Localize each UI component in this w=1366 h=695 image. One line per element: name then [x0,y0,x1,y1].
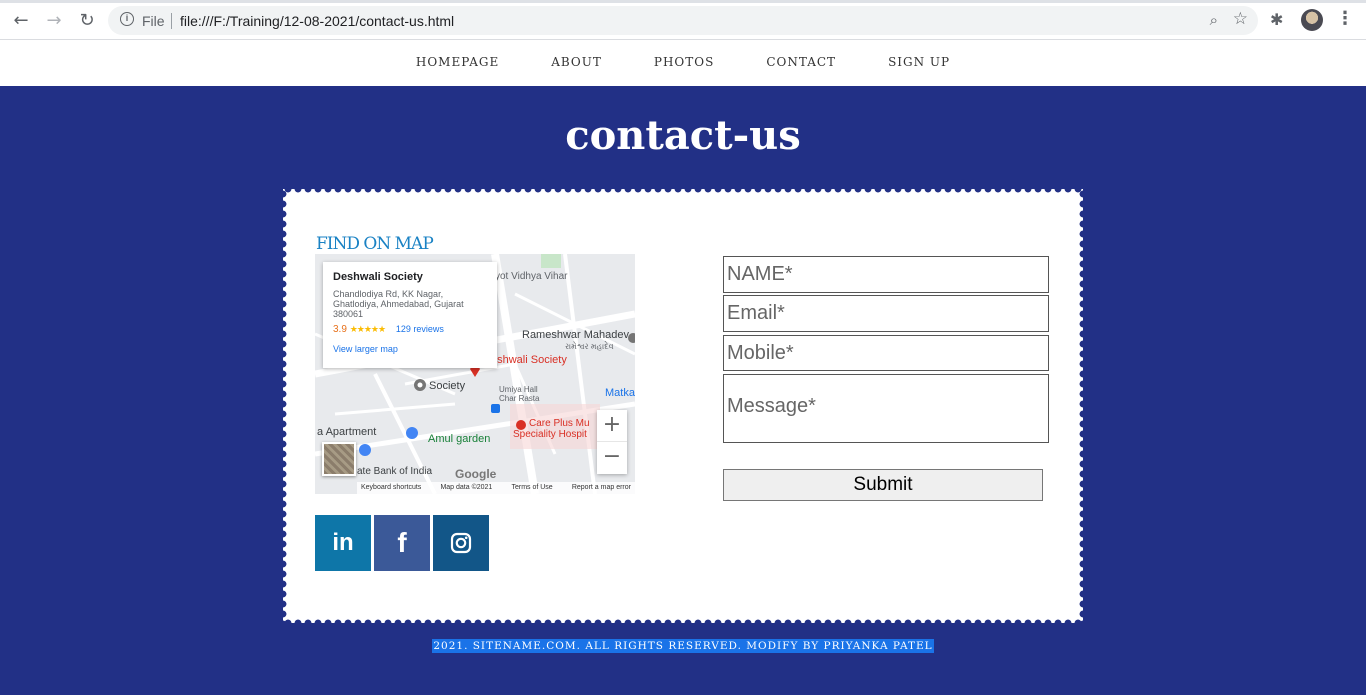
map-label-mahadev: Rameshwar Mahadev [522,329,629,341]
footer: 2021. SITENAME.COM. ALL RIGHTS RESERVED.… [0,636,1366,654]
back-icon[interactable]: ← [10,9,32,31]
place-name: Deshwali Society [333,271,423,283]
nav-contact[interactable]: CONTACT [766,55,836,69]
map-label-matka: Matka [605,387,635,399]
address-separator [171,13,172,29]
map-label-vihar: yot Vidhya Vihar [495,271,568,282]
map-label-char-rasta: Char Rasta [499,394,540,403]
extensions-icon[interactable]: ✱ [1270,10,1283,29]
nav-photos[interactable]: PHOTOS [654,55,714,69]
instagram-glyph [450,532,472,554]
menu-icon[interactable]: ⋮ [1336,9,1354,29]
stamp-edge-left [279,189,287,623]
address-bar[interactable]: i File file:///F:/Training/12-08-2021/co… [108,6,1258,35]
zoom-in-button[interactable]: + [597,410,627,442]
zoom-icon[interactable]: ⌕ [1210,11,1218,29]
nav-about[interactable]: ABOUT [551,55,602,69]
map-label-careplus1: Care Plus Mu [529,418,590,429]
file-label: File [142,13,165,29]
map-label-society: Society [429,380,466,392]
terms-link[interactable]: Terms of Use [511,484,552,494]
map-label-bank: ate Bank of India [357,466,433,477]
map-zoom-control: + − [597,410,627,474]
reviews-link[interactable]: 129 reviews [396,324,444,334]
page-title: contact-us [565,112,801,159]
map-label-apartment: a Apartment [317,426,377,438]
mobile-field[interactable] [723,335,1049,371]
rating-value: 3.9 [333,324,347,335]
profile-avatar[interactable] [1301,9,1323,31]
map-label-mahadev-gu: રામેશ્વર મહાદેવ [565,342,614,351]
map-label-pin: eshwali Society [491,354,567,366]
map-label-careplus2: Speciality Hospit [513,429,587,440]
place-address: Chandlodiya Rd, KK Nagar, Ghatlodiya, Ah… [333,289,464,319]
info-icon[interactable]: i [120,12,134,26]
view-larger-map-link[interactable]: View larger map [333,344,487,354]
email-field[interactable] [723,295,1049,332]
report-error-link[interactable]: Report a map error [572,484,631,494]
rating-stars-icon: ★★★★★ [349,325,386,335]
keyboard-shortcuts-link[interactable]: Keyboard shortcuts [361,484,421,494]
nav-scalloped-edge [0,82,1366,90]
submit-button[interactable]: Submit [723,469,1043,501]
google-logo: Google [455,467,497,481]
stamp-edge-top [283,185,1083,193]
nav-sign-up[interactable]: SIGN UP [888,55,950,69]
nav-homepage[interactable]: HOMEPAGE [416,55,499,69]
contact-card: FIND ON MAP yot Vidhya Vihar Rameshwar M… [279,185,1087,627]
facebook-icon[interactable]: f [374,515,430,571]
site-navigation: HOMEPAGE ABOUT PHOTOS CONTACT SIGN UP [0,40,1366,86]
embedded-map[interactable]: yot Vidhya Vihar Rameshwar Mahadev રામેશ… [315,254,635,494]
satellite-toggle[interactable] [322,442,356,476]
instagram-icon[interactable] [433,515,489,571]
map-data-text: Map data ©2021 [440,484,493,491]
place-rating: 3.9 ★★★★★ 129 reviews [333,324,487,335]
star-icon[interactable]: ☆ [1233,9,1248,29]
place-info-card: Deshwali Society Chandlodiya Rd, KK Naga… [323,262,497,368]
map-footer: Keyboard shortcuts Map data ©2021 Terms … [357,482,635,494]
map-label-amul: Amul garden [428,433,491,445]
linkedin-icon[interactable]: in [315,515,371,571]
zoom-out-button[interactable]: − [597,442,627,474]
url-text[interactable]: file:///F:/Training/12-08-2021/contact-u… [180,13,454,29]
find-on-map-heading: FIND ON MAP [316,234,434,254]
forward-icon[interactable]: → [43,9,65,31]
browser-toolbar: ← → ↻ i File file:///F:/Training/12-08-2… [0,0,1366,40]
stamp-edge-bottom [283,619,1083,627]
message-field[interactable] [723,374,1049,443]
tab-strip-edge [0,0,1366,3]
reload-icon[interactable]: ↻ [76,9,98,31]
map-label-umiya: Umiya Hall [499,385,538,394]
stamp-edge-right [1079,189,1087,623]
copyright-text: 2021. SITENAME.COM. ALL RIGHTS RESERVED.… [432,639,934,653]
name-field[interactable] [723,256,1049,293]
